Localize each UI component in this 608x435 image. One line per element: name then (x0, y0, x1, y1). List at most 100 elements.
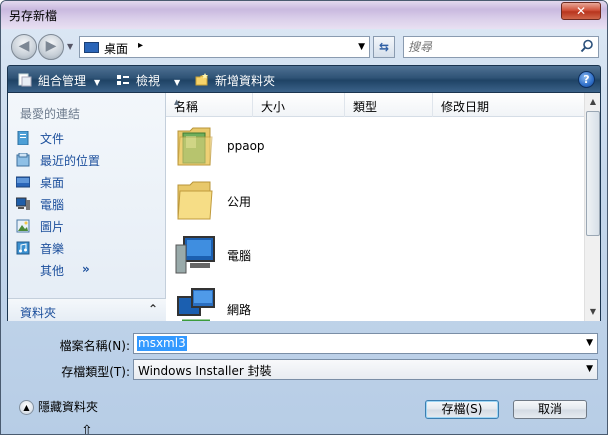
vertical-scrollbar[interactable]: ▲ ▼ (584, 93, 600, 321)
file-name: 網路 (227, 303, 252, 317)
computer-icon (175, 236, 215, 274)
column-header-name[interactable]: 名稱 ▲ (166, 93, 253, 117)
documents-icon (17, 131, 29, 145)
music-icon (16, 241, 30, 255)
mouse-cursor-icon: ⇧ (81, 423, 93, 435)
column-header-modified[interactable]: 修改日期 (433, 93, 584, 117)
forward-arrow-icon: ▶ (45, 38, 57, 54)
back-button[interactable]: ◀ (11, 34, 37, 60)
window-title: 另存新檔 (9, 9, 58, 23)
views-label: 檢視 (136, 74, 161, 88)
user-folder-icon (177, 127, 213, 166)
fav-item-label: 最近的位置 (40, 154, 101, 168)
refresh-button[interactable]: ⇆ (373, 36, 395, 58)
file-row[interactable]: ppaop (166, 119, 584, 173)
filetype-value: Windows Installer 封裝 (138, 364, 272, 378)
cancel-button[interactable]: 取消 (513, 400, 587, 419)
organize-menu[interactable]: 組合管理 ▼ (18, 72, 100, 89)
hide-folders-toggle[interactable]: ▲ 隱藏資料夾 (19, 398, 98, 415)
address-dropdown-icon[interactable]: ▼ (358, 42, 365, 52)
views-icon (117, 75, 129, 85)
pictures-icon (16, 219, 30, 233)
desktop-icon (84, 42, 99, 53)
column-header-label: 修改日期 (441, 100, 490, 114)
new-folder-label: 新增資料夾 (215, 74, 276, 88)
fav-item-music[interactable]: 音樂 (16, 239, 161, 257)
computer-icon (16, 197, 30, 210)
recent-places-icon (16, 153, 30, 167)
favorite-links-header: 最愛的連結 (20, 107, 81, 121)
organize-label: 組合管理 (38, 74, 87, 88)
title-bar[interactable]: 另存新檔 ✕ (1, 1, 607, 29)
search-icon[interactable] (580, 39, 594, 53)
navigation-pane: 最愛的連結 文件 最近的位置 桌面 電腦 圖片 音樂 其他 » 資料夾 ⌃ (7, 93, 166, 321)
file-list-pane: 名稱 ▲ 大小 類型 修改日期 ppaop 公用 電腦 網路 ▲ ▼ (166, 93, 601, 321)
views-caret-icon: ▼ (174, 78, 181, 87)
fav-item-desktop[interactable]: 桌面 (16, 173, 161, 191)
fav-item-label: 文件 (40, 132, 65, 146)
help-button[interactable]: ? (578, 71, 595, 88)
file-name: ppaop (227, 139, 265, 153)
fav-item-computer[interactable]: 電腦 (16, 195, 161, 213)
back-arrow-icon: ◀ (18, 38, 30, 54)
file-row[interactable]: 電腦 (166, 227, 584, 281)
fav-item-label: 桌面 (40, 176, 65, 190)
organize-caret-icon: ▼ (94, 78, 101, 87)
command-toolbar: 組合管理 ▼ 檢視 ▼ 新增資料夾 ? (7, 65, 601, 93)
file-row[interactable]: 公用 (166, 173, 584, 227)
fav-item-label: 音樂 (40, 242, 65, 256)
save-form: 檔案名稱(N): msxml3 ▼ 存檔類型(T): Windows Insta… (1, 321, 607, 435)
fav-item-more[interactable]: 其他 » (16, 261, 161, 279)
network-icon (177, 288, 215, 321)
search-box[interactable] (403, 36, 599, 58)
filename-field[interactable]: msxml3 ▼ (133, 333, 598, 354)
file-name: 電腦 (227, 249, 252, 263)
scroll-down-icon[interactable]: ▼ (585, 303, 600, 320)
fav-item-pictures[interactable]: 圖片 (16, 217, 161, 235)
file-row[interactable]: 網路 (166, 281, 584, 321)
search-input[interactable] (408, 39, 576, 55)
save-button[interactable]: 存檔(S) (425, 400, 499, 419)
file-name: 公用 (227, 195, 252, 209)
save-as-dialog: 另存新檔 ✕ ◀ ▶ ▼ 桌面 ▸ ▼ ⇆ 搜尋 組合管理 ▼ 檢視 ▼ 新增資… (0, 0, 608, 435)
folders-toggle-bar[interactable]: 資料夾 ⌃ (8, 298, 166, 321)
fav-item-label: 圖片 (40, 220, 65, 234)
hide-folders-label: 隱藏資料夾 (38, 400, 99, 414)
address-location[interactable]: 桌面 (104, 40, 128, 57)
chevron-up-icon: ⌃ (147, 302, 158, 316)
filename-label: 檔案名稱(N): (59, 339, 130, 353)
recent-pages-dropdown-icon[interactable]: ▼ (67, 42, 73, 51)
fav-item-label: 電腦 (40, 198, 65, 212)
more-chevron-icon: » (82, 262, 90, 276)
forward-button[interactable]: ▶ (38, 34, 64, 60)
filetype-label: 存檔類型(T): (61, 365, 130, 379)
views-menu[interactable]: 檢視 ▼ (116, 72, 180, 89)
filename-dropdown-icon[interactable]: ▼ (586, 338, 593, 348)
refresh-icon: ⇆ (378, 40, 390, 54)
chevron-up-icon: ▲ (19, 400, 34, 415)
sort-ascending-icon: ▲ (174, 98, 180, 106)
fav-item-documents[interactable]: 文件 (16, 129, 161, 147)
close-button[interactable]: ✕ (561, 2, 601, 20)
address-bar-row: ◀ ▶ ▼ 桌面 ▸ ▼ ⇆ (1, 29, 607, 63)
address-field[interactable]: 桌面 ▸ ▼ (79, 36, 370, 58)
organize-icon (18, 73, 32, 87)
folder-icon (177, 181, 213, 220)
desktop-icon (16, 176, 30, 188)
column-header-size[interactable]: 大小 (253, 93, 345, 117)
filename-value[interactable]: msxml3 (137, 336, 187, 351)
fav-item-recent-places[interactable]: 最近的位置 (16, 151, 161, 169)
column-header-row: 名稱 ▲ 大小 類型 修改日期 (166, 93, 584, 117)
folders-label: 資料夾 (20, 306, 57, 320)
new-folder-button[interactable]: 新增資料夾 (195, 72, 275, 89)
column-header-label: 類型 (353, 100, 378, 114)
filetype-select[interactable]: Windows Installer 封裝 ▼ (133, 359, 598, 380)
column-header-label: 大小 (261, 100, 286, 114)
fav-more-label: 其他 (40, 264, 65, 278)
scroll-up-icon[interactable]: ▲ (585, 93, 600, 110)
scroll-thumb[interactable] (586, 111, 600, 236)
column-header-type[interactable]: 類型 (345, 93, 433, 117)
new-folder-icon (195, 73, 208, 86)
breadcrumb-chevron-icon[interactable]: ▸ (138, 40, 143, 51)
filetype-dropdown-icon[interactable]: ▼ (586, 364, 593, 374)
